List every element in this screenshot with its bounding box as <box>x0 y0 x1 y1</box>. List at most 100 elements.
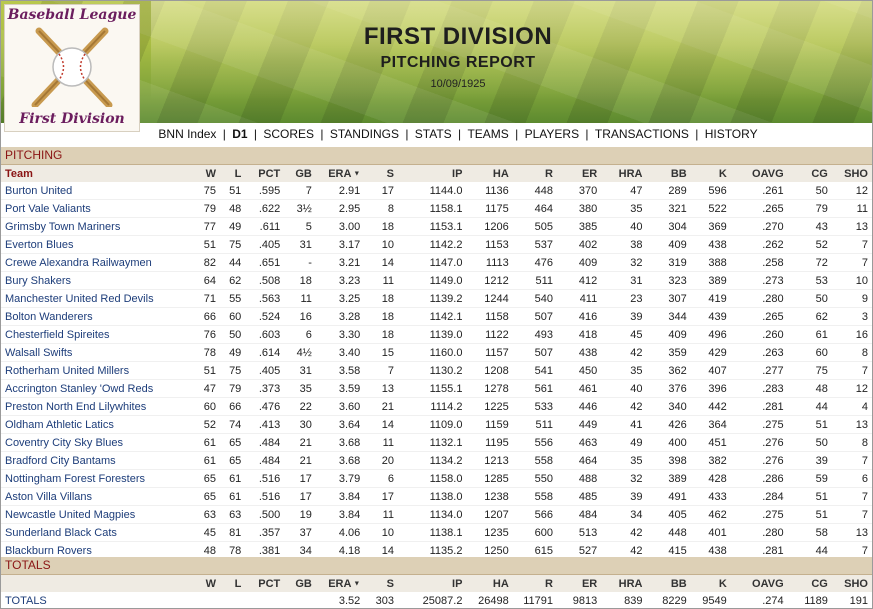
team-link[interactable]: Coventry City Sky Blues <box>1 433 181 452</box>
pitching-section-header: PITCHING <box>1 147 872 165</box>
cell-er: 450 <box>557 361 602 380</box>
cell-oavg: .260 <box>730 325 788 344</box>
cell-hra: 32 <box>601 469 647 488</box>
cell-ha: 1244 <box>466 289 513 308</box>
cell-hra: 23 <box>601 289 647 308</box>
cell-er: 409 <box>557 253 602 272</box>
totals-col-sho[interactable]: SHO <box>831 575 872 592</box>
team-link[interactable]: Chesterfield Spireites <box>1 325 181 344</box>
nav-d1[interactable]: D1 <box>232 127 247 141</box>
cell-gb: 3½ <box>284 199 316 218</box>
team-link[interactable]: Port Vale Valiants <box>1 199 181 218</box>
totals-col-pct[interactable]: PCT <box>245 575 285 592</box>
nav-stats[interactable]: STATS <box>415 127 452 141</box>
cell-r: 550 <box>512 469 557 488</box>
team-link[interactable]: Sunderland Black Cats <box>1 523 181 542</box>
totals-col-hra[interactable]: HRA <box>601 575 647 592</box>
team-link[interactable]: Oldham Athletic Latics <box>1 415 181 434</box>
nav-scores[interactable]: SCORES <box>263 127 314 141</box>
totals-col-w[interactable]: W <box>180 575 221 592</box>
cell-sho: 3 <box>831 307 872 326</box>
cell-ha: 1157 <box>466 343 513 362</box>
totals-col-era[interactable]: ERA ▼ <box>315 575 365 592</box>
nav-history[interactable]: HISTORY <box>705 127 758 141</box>
cell-bb: 344 <box>646 307 691 326</box>
pitching-col-bb[interactable]: BB <box>646 165 691 182</box>
nav-standings[interactable]: STANDINGS <box>330 127 399 141</box>
cell-bb: 409 <box>646 235 691 254</box>
cell-era: 3.40 <box>315 343 365 362</box>
cell-sho: 13 <box>831 523 872 542</box>
cell-cg: 61 <box>787 325 832 344</box>
cell-oavg: .263 <box>730 343 788 362</box>
pitching-col-er[interactable]: ER <box>557 165 602 182</box>
cell-k: 462 <box>690 505 731 524</box>
pitching-col-w[interactable]: W <box>180 165 221 182</box>
pitching-col-k[interactable]: K <box>690 165 731 182</box>
cell-era: 2.91 <box>315 182 365 200</box>
cell-w: 61 <box>180 433 221 452</box>
pitching-col-team[interactable]: Team <box>1 165 181 182</box>
pitching-col-ha[interactable]: HA <box>466 165 513 182</box>
cell-s: 20 <box>364 451 398 470</box>
totals-col-l[interactable]: L <box>220 575 246 592</box>
nav-transactions[interactable]: TRANSACTIONS <box>595 127 689 141</box>
pitching-col-gb[interactable]: GB <box>284 165 316 182</box>
totals-col-ha[interactable]: HA <box>466 575 513 592</box>
page-frame: Baseball League First Division FIRST DIV… <box>0 0 873 609</box>
pitching-col-l[interactable]: L <box>220 165 246 182</box>
pitching-col-pct[interactable]: PCT <box>245 165 285 182</box>
team-link[interactable]: Bolton Wanderers <box>1 307 181 326</box>
cell-er: 446 <box>557 397 602 416</box>
pitching-col-hra[interactable]: HRA <box>601 165 647 182</box>
team-link[interactable]: Bury Shakers <box>1 271 181 290</box>
team-link[interactable]: Bradford City Bantams <box>1 451 181 470</box>
team-link[interactable]: Rotherham United Millers <box>1 361 181 380</box>
team-link[interactable]: Aston Villa Villans <box>1 487 181 506</box>
team-link[interactable]: Grimsby Town Mariners <box>1 217 181 236</box>
nav-teams[interactable]: TEAMS <box>467 127 508 141</box>
cell-l: 79 <box>220 379 246 398</box>
cell-ip: 1147.0 <box>397 253 467 272</box>
team-link[interactable]: Crewe Alexandra Railwaymen <box>1 253 181 272</box>
totals-col-cg[interactable]: CG <box>787 575 832 592</box>
nav-players[interactable]: PLAYERS <box>525 127 579 141</box>
totals-col-gb[interactable]: GB <box>284 575 316 592</box>
team-link[interactable]: Accrington Stanley 'Owd Reds <box>1 379 181 398</box>
pitching-col-r[interactable]: R <box>512 165 557 182</box>
team-link[interactable]: Everton Blues <box>1 235 181 254</box>
pitching-col-sho[interactable]: SHO <box>831 165 872 182</box>
team-link[interactable]: Walsall Swifts <box>1 343 181 362</box>
pitching-col-era[interactable]: ERA ▼ <box>315 165 365 182</box>
pitching-col-s[interactable]: S <box>364 165 398 182</box>
cell-r: 537 <box>512 235 557 254</box>
cell-era: 3.30 <box>315 325 365 344</box>
team-link[interactable]: Manchester United Red Devils <box>1 289 181 308</box>
pitching-col-ip[interactable]: IP <box>397 165 467 182</box>
team-link[interactable]: Newcastle United Magpies <box>1 505 181 524</box>
cell-r: 505 <box>512 217 557 236</box>
table-row: Aston Villa Villans 65 61.516 17 3.84 17 1138.… <box>1 487 872 506</box>
cell-r: 540 <box>512 289 557 308</box>
totals-col-s[interactable]: S <box>364 575 398 592</box>
total-ha: 26498 <box>478 594 509 607</box>
totals-col-k[interactable]: K <box>690 575 731 592</box>
pitching-col-oavg[interactable]: OAVG <box>730 165 788 182</box>
cell-hra: 39 <box>601 307 647 326</box>
cell-hra: 40 <box>601 217 647 236</box>
totals-col-ip[interactable]: IP <box>397 575 467 592</box>
cell-pct: .405 <box>245 235 285 254</box>
totals-col-bb[interactable]: BB <box>646 575 691 592</box>
cell-ip: 1142.1 <box>397 307 467 326</box>
nav-bnn-index[interactable]: BNN Index <box>158 127 216 141</box>
team-link[interactable]: Burton United <box>1 182 181 200</box>
table-row: Manchester United Red Devils 71 55.563 11 3.… <box>1 289 872 308</box>
totals-col-r[interactable]: R <box>512 575 557 592</box>
table-row: Burton United 75 51.595 7 2.91 17 1144.0 1136 44… <box>1 182 872 200</box>
pitching-col-cg[interactable]: CG <box>787 165 832 182</box>
totals-col-er[interactable]: ER <box>557 575 602 592</box>
team-link[interactable]: Nottingham Forest Foresters <box>1 469 181 488</box>
totals-col-blank[interactable] <box>1 575 181 592</box>
totals-col-oavg[interactable]: OAVG <box>730 575 788 592</box>
team-link[interactable]: Preston North End Lilywhites <box>1 397 181 416</box>
